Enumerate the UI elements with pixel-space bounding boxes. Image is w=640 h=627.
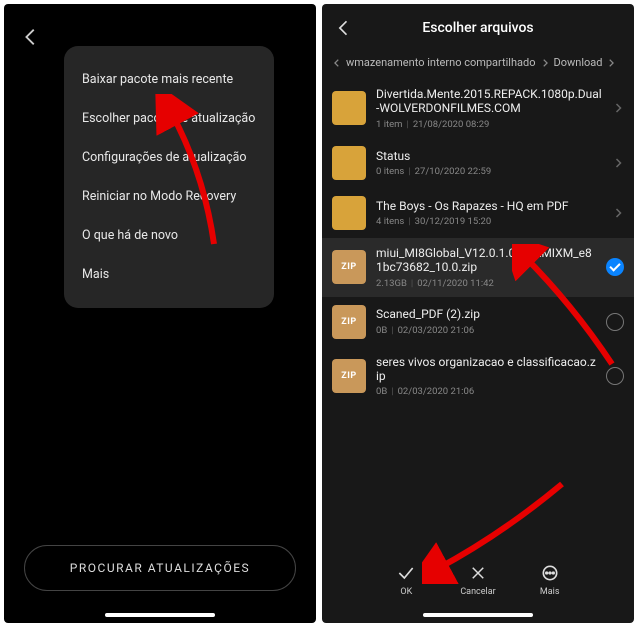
crumb-download: Download <box>554 56 603 69</box>
list-item[interactable]: ZIP seres vivos organizacao e classifica… <box>322 347 634 406</box>
menu-item-choose-package[interactable]: Escolher pacote de atualização <box>82 99 256 138</box>
chevron-right-icon <box>606 58 616 68</box>
home-indicator <box>423 613 533 617</box>
zip-icon: ZIP <box>332 305 366 339</box>
menu-item-reboot-recovery[interactable]: Reiniciar no Modo Recovery <box>82 177 256 216</box>
folder-icon <box>332 91 366 125</box>
menu-item-more[interactable]: Mais <box>82 255 256 294</box>
file-meta: 1 item|21/08/2020 08:29 <box>376 119 602 130</box>
page-title: Escolher arquivos <box>422 20 533 36</box>
folder-icon <box>332 196 366 230</box>
folder-icon <box>332 146 366 180</box>
more-button[interactable]: Mais <box>540 563 560 597</box>
file-name: Status <box>376 149 602 163</box>
zip-icon: ZIP <box>332 250 366 284</box>
file-name: Scaned_PDF (2).zip <box>376 307 596 321</box>
chevron-right-icon <box>612 157 624 169</box>
options-menu: Baixar pacote mais recente Escolher paco… <box>64 46 274 308</box>
file-name: Divertida.Mente.2015.REPACK.1080p.Dual-W… <box>376 87 602 116</box>
selected-check-icon[interactable] <box>606 258 624 276</box>
close-icon <box>468 563 488 583</box>
back-icon[interactable] <box>334 18 354 38</box>
chevron-right-icon <box>612 102 624 114</box>
file-meta: 0 itens|27/10/2020 22:59 <box>376 166 602 177</box>
ok-button[interactable]: OK <box>396 563 416 597</box>
back-icon[interactable] <box>20 26 42 48</box>
file-name: The Boys - Os Rapazes - HQ em PDF <box>376 199 602 213</box>
bottom-bar: OK Cancelar Mais <box>322 553 634 615</box>
left-screenshot: Baixar pacote mais recente Escolher paco… <box>4 4 316 623</box>
ok-label: OK <box>400 587 412 597</box>
cancel-button[interactable]: Cancelar <box>460 563 495 597</box>
more-icon <box>540 563 560 583</box>
list-item[interactable]: Status 0 itens|27/10/2020 22:59 <box>322 138 634 188</box>
radio-unchecked[interactable] <box>606 367 624 385</box>
check-updates-label: PROCURAR ATUALIZAÇÕES <box>70 561 250 575</box>
file-meta: 0B|02/03/2020 21:06 <box>376 325 596 336</box>
menu-item-whats-new[interactable]: O que há de novo <box>82 216 256 255</box>
topbar: Escolher arquivos <box>322 4 634 52</box>
cancel-label: Cancelar <box>460 587 495 597</box>
check-updates-button[interactable]: PROCURAR ATUALIZAÇÕES <box>24 545 296 591</box>
home-indicator <box>105 613 215 617</box>
radio-unchecked[interactable] <box>606 313 624 331</box>
menu-item-download-latest[interactable]: Baixar pacote mais recente <box>82 60 256 99</box>
list-item[interactable]: Divertida.Mente.2015.REPACK.1080p.Dual-W… <box>322 79 634 138</box>
check-icon <box>396 563 416 583</box>
chevron-left-icon <box>332 58 342 68</box>
crumb-storage: wmazenamento interno compartilhado <box>346 56 536 69</box>
right-screenshot: Escolher arquivos wmazenamento interno c… <box>322 4 634 623</box>
breadcrumb[interactable]: wmazenamento interno compartilhado Downl… <box>322 52 634 79</box>
list-item[interactable]: ZIP Scaned_PDF (2).zip 0B|02/03/2020 21:… <box>322 297 634 347</box>
file-meta: 4 itens|30/12/2019 15:20 <box>376 216 602 227</box>
file-name: seres vivos organizacao e classificacao.… <box>376 355 596 384</box>
list-item[interactable]: ZIP miui_MI8Global_V12.0.1.0.QEAMIXM_e81… <box>322 238 634 297</box>
menu-item-update-settings[interactable]: Configurações de atualização <box>82 138 256 177</box>
file-meta: 0B|02/03/2020 21:06 <box>376 386 596 397</box>
file-meta: 2.13GB|02/11/2020 11:42 <box>376 278 596 289</box>
chevron-right-icon <box>612 207 624 219</box>
list-item[interactable]: The Boys - Os Rapazes - HQ em PDF 4 iten… <box>322 188 634 238</box>
file-name: miui_MI8Global_V12.0.1.0.QEAMIXM_e81bc73… <box>376 246 596 275</box>
file-list: Divertida.Mente.2015.REPACK.1080p.Dual-W… <box>322 79 634 405</box>
more-label: Mais <box>540 587 560 597</box>
chevron-right-icon <box>540 58 550 68</box>
zip-icon: ZIP <box>332 359 366 393</box>
